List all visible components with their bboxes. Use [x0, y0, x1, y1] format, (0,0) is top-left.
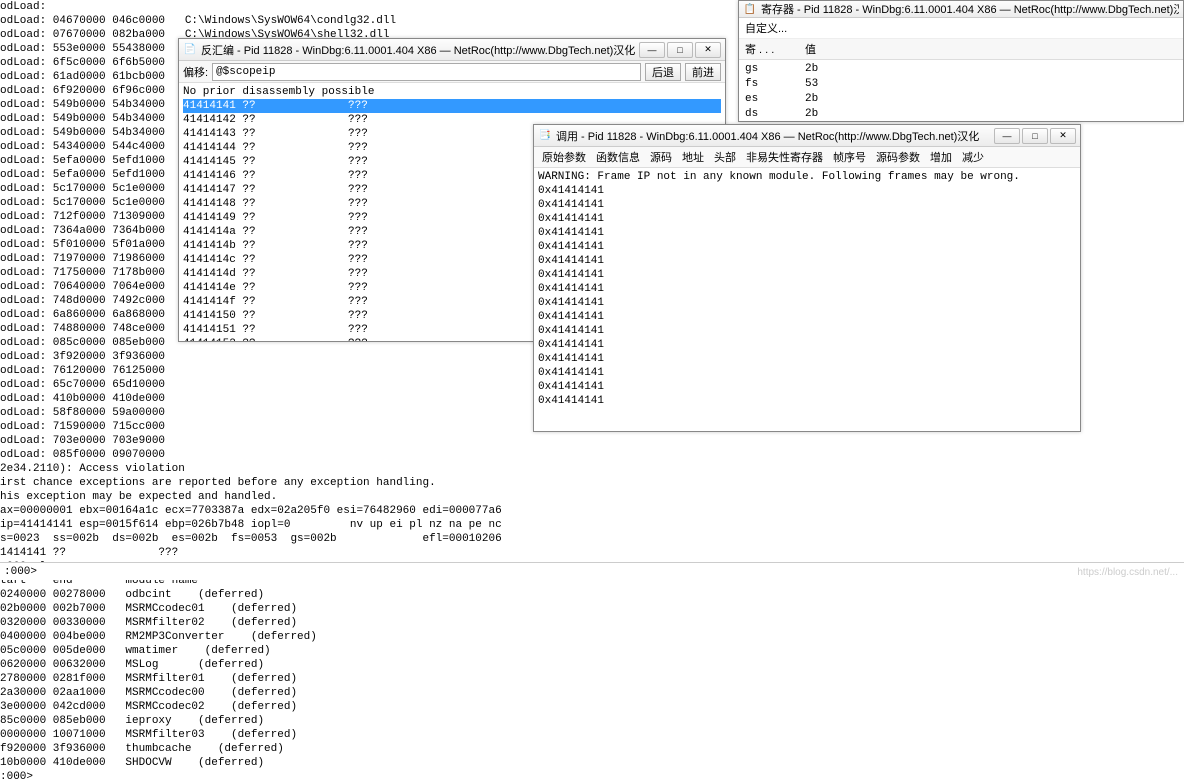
call-tab[interactable]: 头部	[714, 149, 736, 165]
registers-titlebar[interactable]: 📋 寄存器 - Pid 11828 - WinDbg:6.11.0001.404…	[739, 1, 1183, 18]
call-tab[interactable]: 源码	[650, 149, 672, 165]
call-tab[interactable]: 函数信息	[596, 149, 640, 165]
register-value: 2b	[805, 62, 818, 77]
disasm-header-line: No prior disassembly possible	[183, 85, 721, 99]
call-tab[interactable]: 增加	[930, 149, 952, 165]
registers-title: 寄存器 - Pid 11828 - WinDbg:6.11.0001.404 X…	[761, 1, 1179, 17]
register-name: fs	[745, 77, 805, 92]
minimize-button[interactable]: —	[994, 128, 1020, 144]
cmd-input[interactable]	[41, 564, 1184, 580]
call-tab[interactable]: 地址	[682, 149, 704, 165]
call-tab[interactable]: 原始参数	[542, 149, 586, 165]
minimize-button[interactable]: —	[639, 42, 665, 58]
registers-icon: 📋	[743, 2, 757, 16]
register-name: gs	[745, 62, 805, 77]
reg-col-value: 值	[805, 41, 816, 57]
call-tab[interactable]: 非易失性寄存器	[746, 149, 823, 165]
offset-input[interactable]	[212, 63, 641, 81]
call-tab[interactable]: 减少	[962, 149, 984, 165]
registers-table: gs2bfs53es2bds2b	[739, 60, 1183, 124]
register-row[interactable]: gs2b	[745, 62, 1177, 77]
back-button[interactable]: 后退	[645, 63, 681, 81]
forward-button[interactable]: 前进	[685, 63, 721, 81]
register-value: 53	[805, 77, 818, 92]
disasm-line[interactable]: 41414141 ?? ???	[183, 99, 721, 113]
call-title: 调用 - Pid 11828 - WinDbg:6.11.0001.404 X8…	[556, 128, 990, 144]
disasm-title: 反汇编 - Pid 11828 - WinDbg:6.11.0001.404 X…	[201, 42, 635, 58]
call-tab[interactable]: 帧序号	[833, 149, 866, 165]
register-row[interactable]: es2b	[745, 92, 1177, 107]
register-name: es	[745, 92, 805, 107]
cmd-prompt: :000>	[0, 566, 41, 578]
disasm-icon: 📄	[183, 43, 197, 57]
register-name: ds	[745, 107, 805, 122]
callstack-window: 📑 调用 - Pid 11828 - WinDbg:6.11.0001.404 …	[533, 124, 1081, 432]
register-row[interactable]: ds2b	[745, 107, 1177, 122]
call-body[interactable]: WARNING: Frame IP not in any known modul…	[534, 168, 1080, 431]
call-tabs: 原始参数函数信息源码地址头部非易失性寄存器帧序号源码参数增加减少	[534, 147, 1080, 168]
registers-custom-link[interactable]: 自定义...	[739, 18, 1183, 39]
register-value: 2b	[805, 92, 818, 107]
offset-label: 偏移:	[183, 64, 208, 80]
disasm-titlebar[interactable]: 📄 反汇编 - Pid 11828 - WinDbg:6.11.0001.404…	[179, 39, 725, 61]
registers-window: 📋 寄存器 - Pid 11828 - WinDbg:6.11.0001.404…	[738, 0, 1184, 122]
registers-header: 寄 . . . 值	[739, 39, 1183, 60]
maximize-button[interactable]: □	[667, 42, 693, 58]
call-titlebar[interactable]: 📑 调用 - Pid 11828 - WinDbg:6.11.0001.404 …	[534, 125, 1080, 147]
register-row[interactable]: fs53	[745, 77, 1177, 92]
disasm-toolbar: 偏移: 后退 前进	[179, 61, 725, 83]
command-bar: :000>	[0, 562, 1184, 580]
call-icon: 📑	[538, 129, 552, 143]
call-tab[interactable]: 源码参数	[876, 149, 920, 165]
watermark: https://blog.csdn.net/...	[1077, 567, 1178, 578]
close-button[interactable]: ✕	[695, 42, 721, 58]
register-value: 2b	[805, 107, 818, 122]
close-button[interactable]: ✕	[1050, 128, 1076, 144]
reg-col-name: 寄 . . .	[745, 41, 805, 57]
maximize-button[interactable]: □	[1022, 128, 1048, 144]
